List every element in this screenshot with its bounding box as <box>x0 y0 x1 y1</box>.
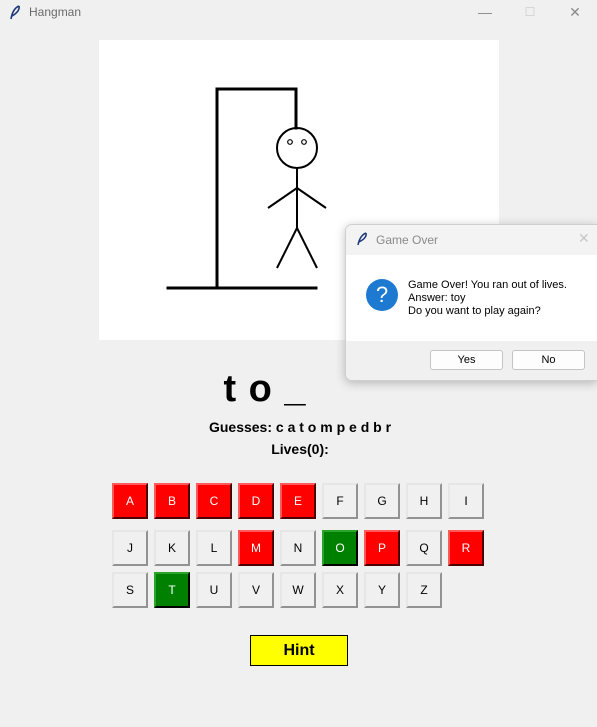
dialog-message: Game Over! You ran out of lives. Answer:… <box>408 279 567 318</box>
no-button[interactable]: No <box>512 350 585 370</box>
dialog-body: ? Game Over! You ran out of lives. Answe… <box>346 255 597 341</box>
game-over-dialog: Game Over ✕ ? Game Over! You ran out of … <box>345 224 597 381</box>
dialog-title: Game Over <box>376 233 439 247</box>
yes-button[interactable]: Yes <box>430 350 503 370</box>
title-bar: Hangman — ☐ ✕ <box>0 0 597 26</box>
letter-key-u[interactable]: U <box>196 572 232 608</box>
letter-key-g[interactable]: G <box>364 483 400 519</box>
lives-label: Lives(0): <box>271 441 329 457</box>
letter-key-j[interactable]: J <box>112 530 148 566</box>
letter-key-o[interactable]: O <box>322 530 358 566</box>
window-title: Hangman <box>29 5 82 19</box>
letter-key-k[interactable]: K <box>154 530 190 566</box>
close-button[interactable]: ✕ <box>553 0 597 26</box>
feather-icon <box>357 232 367 246</box>
dialog-message-line: Answer: toy <box>408 292 466 304</box>
minimize-button[interactable]: — <box>463 0 507 26</box>
letter-key-d[interactable]: D <box>238 483 274 519</box>
letter-key-p[interactable]: P <box>364 530 400 566</box>
hint-button[interactable]: Hint <box>250 635 348 666</box>
letter-key-z[interactable]: Z <box>406 572 442 608</box>
letter-key-b[interactable]: B <box>154 483 190 519</box>
right-eye <box>301 139 307 145</box>
maximize-button[interactable]: ☐ <box>508 0 552 26</box>
question-icon: ? <box>366 279 398 311</box>
dialog-message-line: Do you want to play again? <box>408 305 541 317</box>
letter-key-t[interactable]: T <box>154 572 190 608</box>
guesses-label: Guesses: c a t o m p e d b r <box>208 419 392 435</box>
letter-key-h[interactable]: H <box>406 483 442 519</box>
letter-key-q[interactable]: Q <box>406 530 442 566</box>
letter-key-y[interactable]: Y <box>364 572 400 608</box>
head <box>276 127 318 169</box>
dialog-footer: Yes No <box>346 341 597 380</box>
right-leg <box>296 227 318 269</box>
letter-key-s[interactable]: S <box>112 572 148 608</box>
dialog-message-line: Game Over! You ran out of lives. <box>408 279 567 291</box>
letter-key-f[interactable]: F <box>322 483 358 519</box>
letter-key-i[interactable]: I <box>448 483 484 519</box>
feather-icon <box>10 5 20 20</box>
letter-key-l[interactable]: L <box>196 530 232 566</box>
letter-key-v[interactable]: V <box>238 572 274 608</box>
dialog-close-button[interactable]: ✕ <box>578 230 590 247</box>
letter-key-x[interactable]: X <box>322 572 358 608</box>
letter-key-a[interactable]: A <box>112 483 148 519</box>
letter-key-e[interactable]: E <box>280 483 316 519</box>
left-eye <box>287 139 293 145</box>
letter-key-n[interactable]: N <box>280 530 316 566</box>
letter-key-w[interactable]: W <box>280 572 316 608</box>
letter-key-r[interactable]: R <box>448 530 484 566</box>
letter-key-m[interactable]: M <box>238 530 274 566</box>
right-arm <box>296 187 327 209</box>
left-leg <box>276 227 298 269</box>
dialog-title-bar: Game Over ✕ <box>346 225 597 255</box>
left-arm <box>267 187 298 209</box>
letter-keyboard: A B C D E F G H I J K L M N O P Q R S T … <box>112 483 492 615</box>
letter-key-c[interactable]: C <box>196 483 232 519</box>
